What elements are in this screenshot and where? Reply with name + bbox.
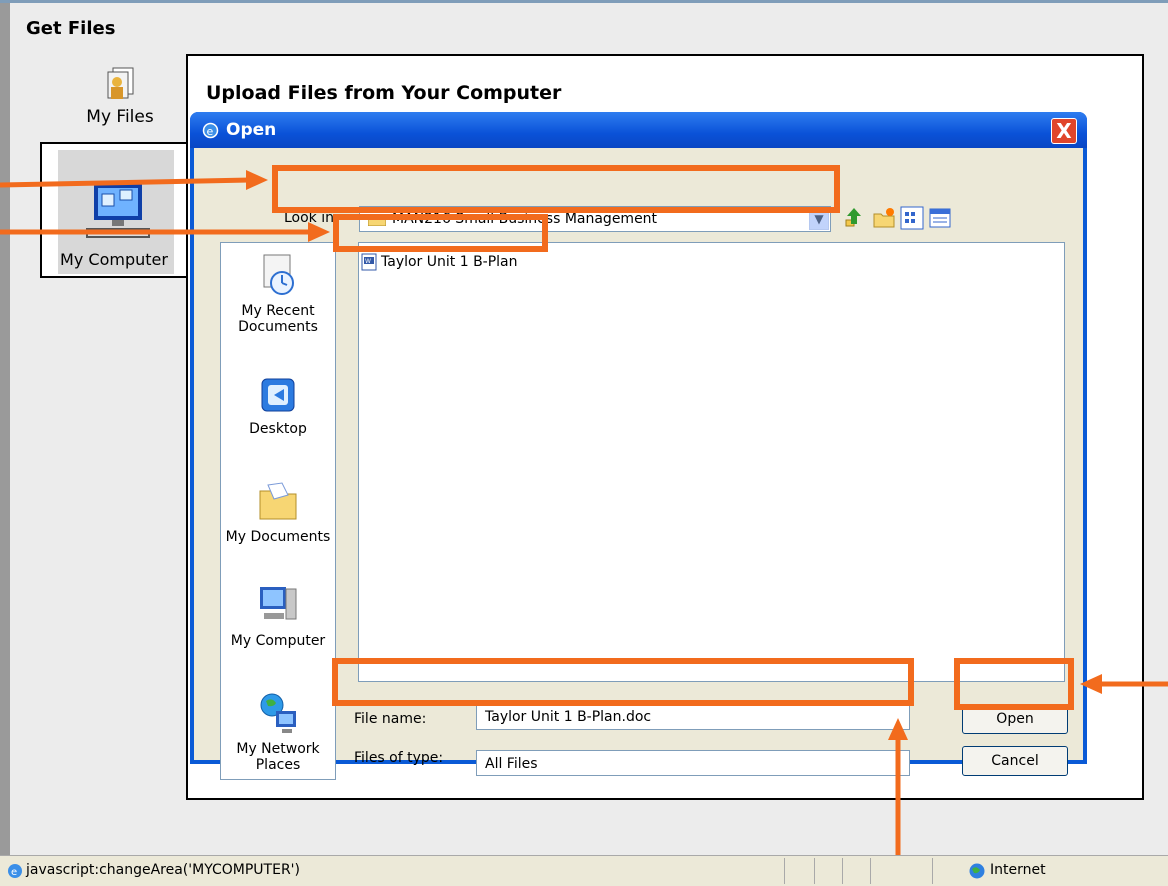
status-divider: [842, 858, 843, 884]
arrow-head-open-button: [1080, 674, 1102, 694]
arrow-to-look-in: [0, 177, 251, 188]
status-divider: [870, 858, 871, 884]
arrow-head-file-item: [308, 222, 330, 242]
status-divider: [932, 858, 933, 884]
security-zone: Internet: [990, 862, 1046, 878]
page-icon: e: [8, 864, 22, 878]
status-divider: [784, 858, 785, 884]
internet-zone-icon: [969, 863, 985, 879]
svg-text:e: e: [11, 867, 17, 878]
arrow-head-look-in: [246, 170, 268, 190]
arrow-head-file-name: [888, 718, 908, 740]
annotation-arrows: [0, 170, 1168, 885]
status-bar: e javascript:changeArea('MYCOMPUTER') In…: [0, 855, 1168, 886]
status-message: javascript:changeArea('MYCOMPUTER'): [26, 862, 300, 878]
status-divider: [814, 858, 815, 884]
